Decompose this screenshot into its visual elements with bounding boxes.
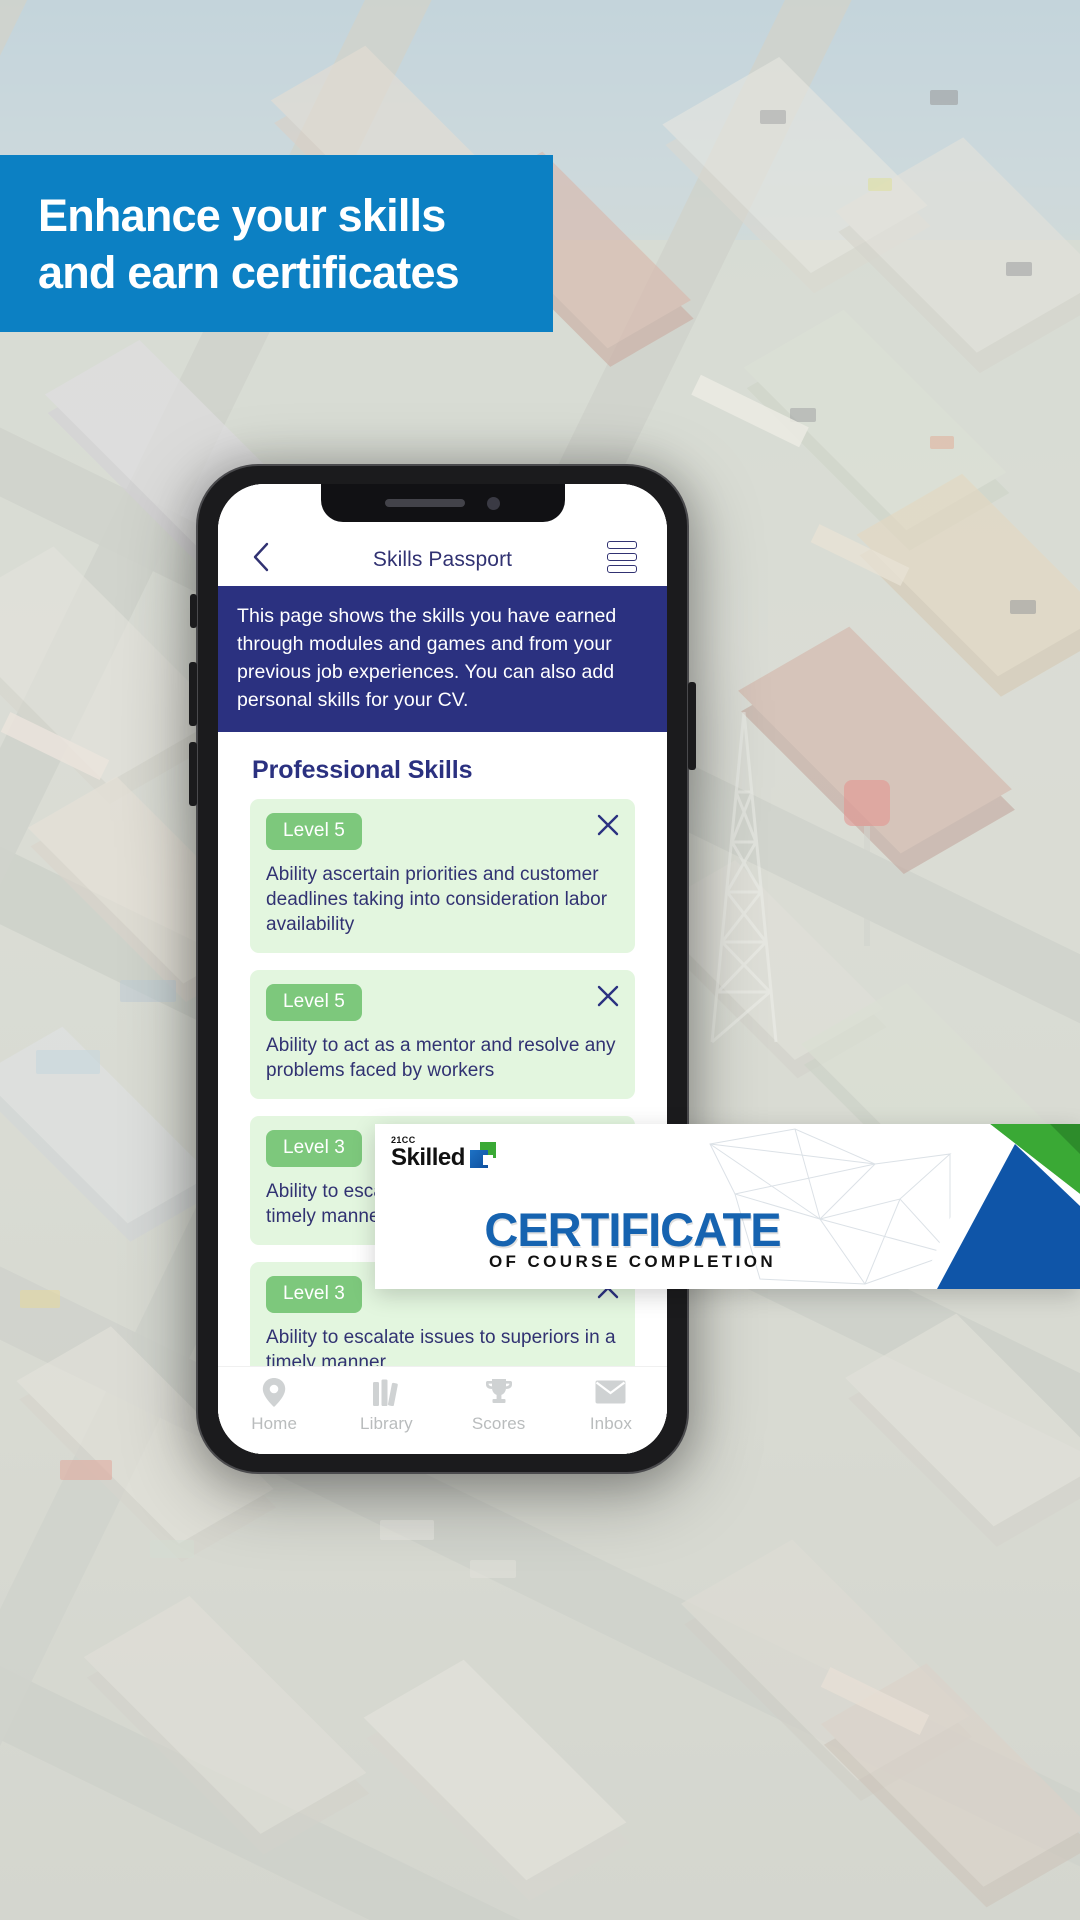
close-x-icon[interactable] [595,812,621,838]
vehicle [380,1520,434,1540]
vehicle [20,1290,60,1308]
menu-bar [607,541,637,549]
phone-volume-down-button [189,742,197,806]
menu-bar [607,565,637,573]
close-x-icon[interactable] [595,983,621,1009]
vehicle [868,178,892,191]
skilled-square-logo-icon [469,1142,496,1168]
phone-mockup: Skills Passport This page shows the skil… [189,464,696,1474]
phone-viewport: Skills Passport This page shows the skil… [218,484,667,1454]
skill-card: Level 5 Ability to act as a mentor and re… [250,970,635,1099]
vehicle [760,110,786,124]
brand-logo: 21CC Skilled [391,1136,496,1170]
skill-level-badge: Level 3 [266,1276,362,1313]
earpiece-speaker [385,499,465,507]
location-pin-icon [262,1377,286,1407]
certificate-title: CERTIFICATE [484,1203,781,1256]
skill-description: Ability ascertain priorities and custome… [266,864,608,935]
sign-pole [864,826,870,946]
vehicle [150,1540,194,1558]
bottom-navigation-bar: Home Library Scores Inbox [218,1366,667,1454]
section-title: Professional Skills [252,756,473,784]
street-sign [844,780,890,826]
page-title: Skills Passport [372,548,513,571]
skills-content: Professional Skills Level 5 Ability ascer… [218,732,667,1454]
skill-level-badge: Level 3 [266,1130,362,1167]
vehicle [470,1560,516,1578]
phone-power-button [688,682,696,770]
books-icon [372,1378,400,1407]
certificate-subtitle: OF COURSE COMPLETION [488,1252,777,1271]
vehicle [930,436,954,449]
skill-level-badge: Level 5 [266,984,362,1021]
front-camera [487,496,500,510]
headline-line-2: and earn certificates [38,246,460,298]
nav-item-library[interactable]: Library [330,1378,442,1434]
info-banner: This page shows the skills you have earn… [218,586,667,732]
radio-tower [710,712,778,1044]
nav-item-home[interactable]: Home [218,1377,330,1434]
vehicle [120,980,176,1002]
app-screen: Skills Passport This page shows the skil… [218,484,667,1454]
skill-level-badge: Level 5 [266,813,362,850]
trophy-icon [484,1378,514,1407]
hamburger-menu-icon[interactable] [607,540,641,574]
nav-item-scores[interactable]: Scores [443,1378,555,1434]
menu-bar [607,553,637,561]
nav-item-inbox[interactable]: Inbox [555,1378,667,1434]
vehicle [60,1460,112,1480]
nav-label-library: Library [360,1413,413,1433]
skill-card: Level 5 Ability ascertain priorities and … [250,799,635,953]
phone-mute-switch [190,594,197,628]
chevron-left-icon[interactable] [244,540,278,574]
phone-volume-up-button [189,662,197,726]
skill-description: Ability to act as a mentor and resolve a… [266,1035,616,1081]
nav-label-scores: Scores [471,1413,526,1433]
nav-label-inbox: Inbox [589,1413,632,1433]
logo-white-square [482,1155,493,1165]
logo-name: Skilled [391,1144,465,1171]
vehicle [1010,600,1036,614]
promo-headline-banner: Enhance your skills and earn certificate… [0,155,553,332]
vehicle [36,1050,100,1074]
logo-wordmark: 21CC Skilled [391,1136,465,1170]
vehicle [1006,262,1032,276]
envelope-icon [595,1378,626,1407]
certificate-banner: 21CC Skilled CERTIFICATE OF COURSE COMPL… [375,1124,1080,1289]
phone-notch [320,484,565,522]
skills-list: Level 5 Ability ascertain priorities and … [218,791,667,1454]
headline-line-1: Enhance your skills [38,189,446,241]
nav-label-home: Home [251,1413,297,1433]
vehicle [930,90,958,105]
